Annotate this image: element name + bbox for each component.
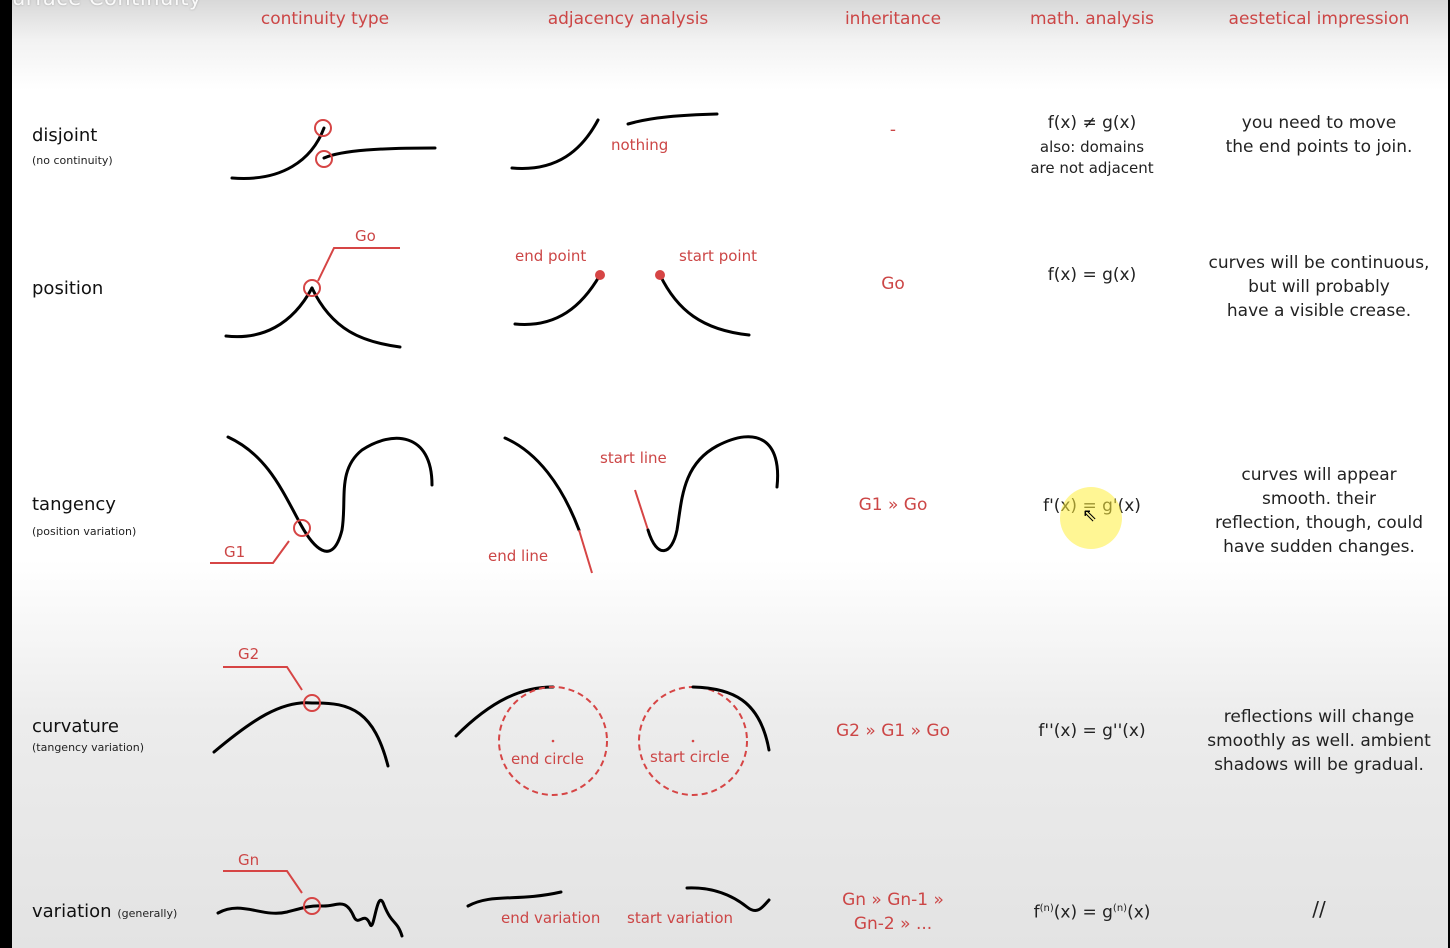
adjacency-disjoint-note: nothing [611,136,668,154]
tangency-g-label: G1 [224,543,245,561]
mouse-cursor-icon: ⇖ [1082,505,1098,526]
tangency-leader-line [210,540,290,564]
adjacency-position-start: start point [679,247,757,265]
position-adjacency-drawing: end point start point [513,247,757,337]
start-point-dot [655,270,665,280]
adjacency-tangency-start: start line [600,449,667,467]
variation-g-label: Gn [238,851,259,869]
disjoint-continuity-drawing [230,119,437,180]
variation-leader-line [223,870,303,894]
slide: urface Continuity continuity type adjace… [12,0,1448,948]
variation-continuity-drawing: Gn [216,851,404,938]
tangency-adjacency-drawing: end line start line [488,435,780,574]
adjacency-curvature-start: start circle [650,748,730,766]
position-g-label: Go [355,227,376,245]
adjacency-variation-end: end variation [501,909,600,927]
end-point-dot [595,270,605,280]
adjacency-tangency-end: end line [488,547,548,565]
curvature-continuity-drawing: G2 [212,645,390,768]
start-line [634,489,649,531]
position-leader-line [317,247,400,282]
adjacency-curvature-end: end circle [511,750,584,768]
position-continuity-drawing: Go [224,227,402,349]
adjacency-position-end: end point [515,247,586,265]
end-line [578,529,593,574]
adjacency-variation-start: start variation [627,909,733,927]
variation-adjacency-drawing: end variation start variation [466,886,771,927]
disjoint-adjacency-drawing: nothing [510,112,719,170]
curvature-adjacency-drawing: end circle start circle [454,685,771,796]
curvature-leader-line [223,666,303,691]
curve-diagrams: nothing Go end point start point G1 end … [210,112,780,938]
tangency-continuity-drawing: G1 [210,435,434,564]
curvature-g-label: G2 [238,645,259,663]
